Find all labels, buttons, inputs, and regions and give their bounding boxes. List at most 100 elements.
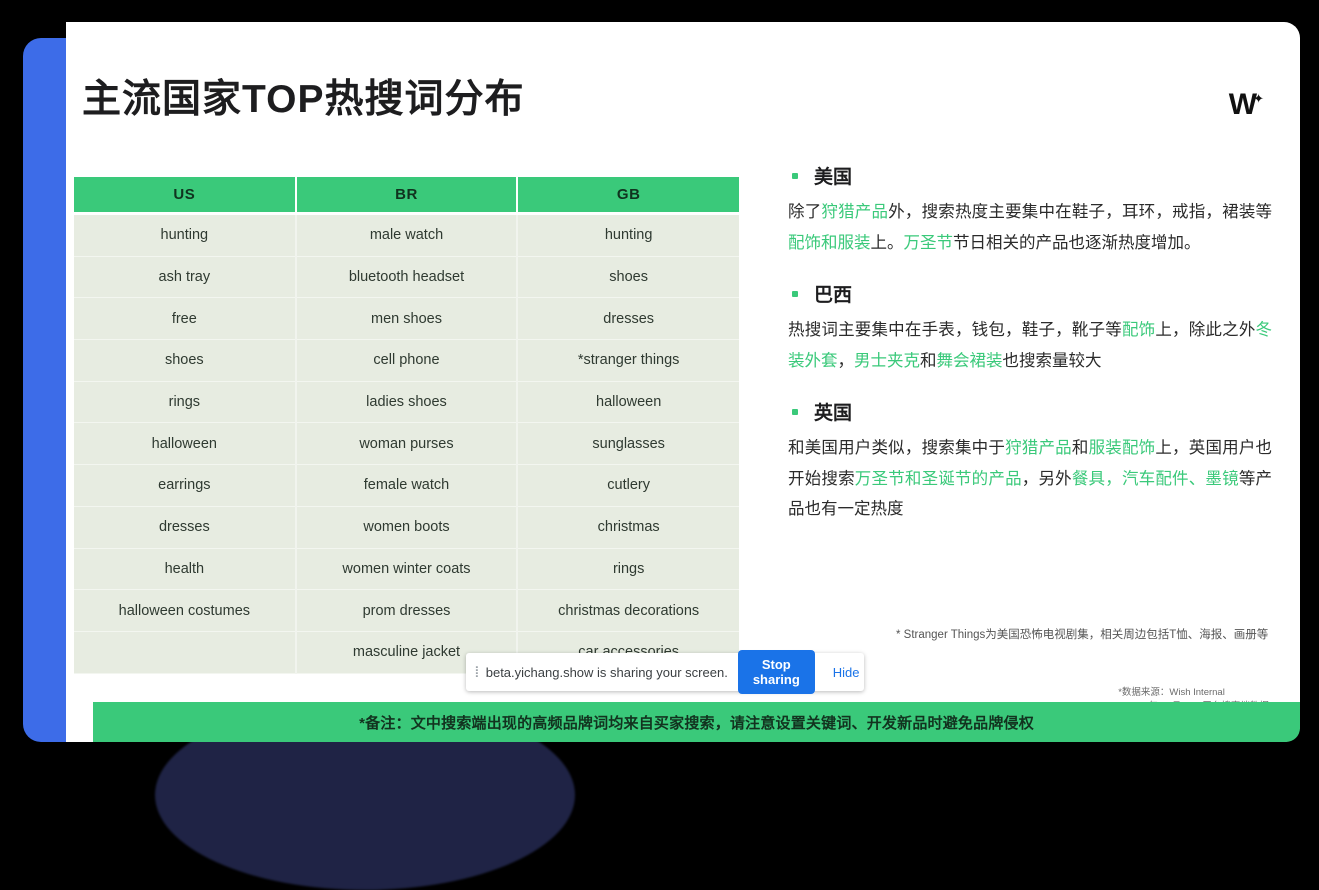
table-cell: prom dresses (295, 589, 519, 632)
table-cell: shoes (517, 256, 739, 299)
data-source-line-1: *数据来源：Wish Internal (1118, 687, 1225, 698)
table-cell: woman purses (295, 422, 519, 466)
country-note-body: 热搜词主要集中在手表，钱包，鞋子，靴子等配饰上，除此之外冬装外套，男士夹克和舞会… (788, 315, 1278, 376)
country-note-heading: 巴西 (788, 280, 1278, 307)
share-status-text: beta.yichang.show is sharing your screen… (485, 664, 728, 680)
note-text: 也搜索量较大 (1002, 351, 1102, 370)
note-text: 上，除此之外 (1155, 321, 1256, 340)
table-cell: female watch (295, 464, 519, 507)
table-cell: earrings (74, 464, 297, 507)
column-header-us: US (74, 177, 297, 214)
wish-logo: W✦ (1228, 88, 1264, 121)
table-row: halloween costumes prom dresses christmas … (74, 589, 739, 632)
table-cell: rings (517, 548, 739, 591)
screen-share-notification-bar: ⦙⦙ beta.yichang.show is sharing your scr… (466, 650, 864, 694)
table-cell: free (74, 297, 297, 341)
table-cell: shoes (74, 339, 297, 382)
highlighted-term: 男士夹克 (854, 351, 920, 370)
table-cell: men shoes (295, 297, 519, 341)
note-text: 和 (1071, 439, 1089, 458)
drag-handle-icon[interactable]: ⦙⦙ (475, 664, 478, 681)
note-text: ， (837, 351, 855, 370)
table-row: free men shoes dresses (74, 297, 739, 341)
highlighted-term: 舞会裙装 (936, 351, 1003, 370)
column-header-br: BR (295, 177, 519, 214)
note-text: 外，搜索热度主要集中在鞋子，耳环，戒指，裙装等 (888, 203, 1273, 221)
country-note-title: 美国 (814, 167, 853, 188)
table-cell: health (74, 548, 297, 591)
note-text: 上。 (870, 233, 904, 252)
table-cell: women boots (295, 506, 519, 549)
table-cell: *stranger things (517, 339, 739, 382)
table-cell: cutlery (517, 464, 739, 507)
table-row: shoes cell phone *stranger things (74, 339, 739, 382)
country-note-body: 和美国用户类似，搜索集中于狩猎产品和服装配饰上，英国用户也开始搜索万圣节和圣诞节… (788, 433, 1278, 525)
country-note-heading: 美国 (788, 162, 1278, 189)
stranger-things-footnote: * Stranger Things为美国恐怖电视剧集，相关周边包括T恤、海报、画… (896, 629, 1269, 641)
table-row: rings ladies shoes halloween (74, 381, 739, 424)
table-cell: women winter coats (295, 548, 519, 591)
highlighted-term: 服装配饰 (1088, 439, 1156, 458)
wish-logo-letter: W (1228, 88, 1257, 121)
table-header: US BR GB (74, 177, 739, 214)
highlighted-term: 配饰 (1121, 321, 1156, 340)
country-note-block: 美国除了狩猎产品外，搜索热度主要集中在鞋子，耳环，戒指，裙装等配饰和服装上。万圣… (788, 162, 1278, 258)
note-text: 热搜词主要集中在手表，钱包，鞋子，靴子等 (788, 321, 1122, 340)
sparkle-icon: ✦ (1253, 91, 1264, 106)
table-cell: halloween (74, 422, 297, 466)
note-text: ，另外 (1021, 469, 1072, 488)
table-cell: hunting (517, 212, 739, 257)
country-note-title: 巴西 (814, 285, 853, 307)
note-text: 和美国用户类似，搜索集中于 (788, 439, 1006, 458)
table-cell: ladies shoes (295, 381, 519, 424)
table-header-row: US BR GB (74, 177, 739, 214)
bullet-icon (792, 172, 798, 179)
highlighted-term: 万圣节和圣诞节的产品 (854, 469, 1022, 488)
bottom-note-text: *备注：文中搜索端出现的高频品牌词均来自买家搜索，请注意设置关键词、开发新品时避… (359, 714, 1034, 732)
stop-sharing-button[interactable]: Stop sharing (737, 650, 815, 694)
highlighted-term: 配饰和服装 (788, 233, 871, 252)
table-cell: cell phone (295, 339, 519, 382)
country-note-title: 英国 (814, 403, 853, 425)
column-header-gb: GB (517, 177, 739, 214)
presentation-slide: 主流国家TOP热搜词分布 W✦ US BR GB hunting male wat… (66, 22, 1300, 742)
page-title: 主流国家TOP热搜词分布 (82, 78, 525, 121)
table-row: earrings female watch cutlery (74, 464, 739, 507)
table-cell: christmas decorations (517, 589, 739, 632)
note-text: 和 (920, 351, 937, 370)
table-cell: halloween costumes (74, 589, 297, 632)
highlighted-term: 餐具，汽车配件、墨镜 (1071, 469, 1239, 488)
highlighted-term: 狩猎产品 (821, 203, 889, 221)
table-row: halloween woman purses sunglasses (74, 422, 739, 466)
hide-button[interactable]: Hide (825, 665, 868, 680)
table-row: ash tray bluetooth headset shoes (74, 256, 739, 299)
table-row: hunting male watch hunting (74, 212, 739, 257)
table-cell: halloween (517, 381, 739, 424)
bullet-icon (792, 290, 798, 297)
table-cell: rings (74, 381, 297, 424)
table-cell: sunglasses (517, 422, 739, 466)
country-note-block: 巴西热搜词主要集中在手表，钱包，鞋子，靴子等配饰上，除此之外冬装外套，男士夹克和… (788, 280, 1278, 376)
table-cell: male watch (295, 212, 519, 257)
country-note-body: 除了狩猎产品外，搜索热度主要集中在鞋子，耳环，戒指，裙装等配饰和服装上。万圣节节… (788, 197, 1278, 258)
table-row: health women winter coats rings (74, 548, 739, 591)
table-cell: christmas (517, 506, 739, 549)
table-cell: hunting (74, 212, 297, 257)
table-cell (74, 631, 297, 674)
country-notes-panel: 美国 除了狩猎产品外，搜索热度主要集中在鞋子，耳环，戒指，裙装等配饰和服装上。万圣… (788, 162, 1278, 547)
top-keywords-table: US BR GB hunting male watch hunting ash tra… (74, 177, 739, 674)
table-row: dresses women boots christmas (74, 506, 739, 549)
bullet-icon (792, 408, 798, 415)
table-cell: ash tray (74, 256, 297, 299)
highlighted-term: 万圣节 (903, 233, 954, 252)
country-note-block: 英国和美国用户类似，搜索集中于狩猎产品和服装配饰上，英国用户也开始搜索万圣节和圣… (788, 398, 1278, 525)
country-note-heading: 英国 (788, 398, 1278, 425)
table-cell: bluetooth headset (295, 256, 519, 299)
table-cell: dresses (74, 506, 297, 549)
table-body: hunting male watch hunting ash tray bluetoot… (74, 212, 739, 674)
table-cell: dresses (517, 297, 739, 341)
highlighted-term: 狩猎产品 (1005, 439, 1072, 458)
note-text: 除了 (788, 203, 822, 221)
note-text: 节日相关的产品也逐渐热度增加。 (953, 233, 1201, 252)
bottom-note-banner: *备注：文中搜索端出现的高频品牌词均来自买家搜索，请注意设置关键词、开发新品时避… (93, 702, 1300, 742)
